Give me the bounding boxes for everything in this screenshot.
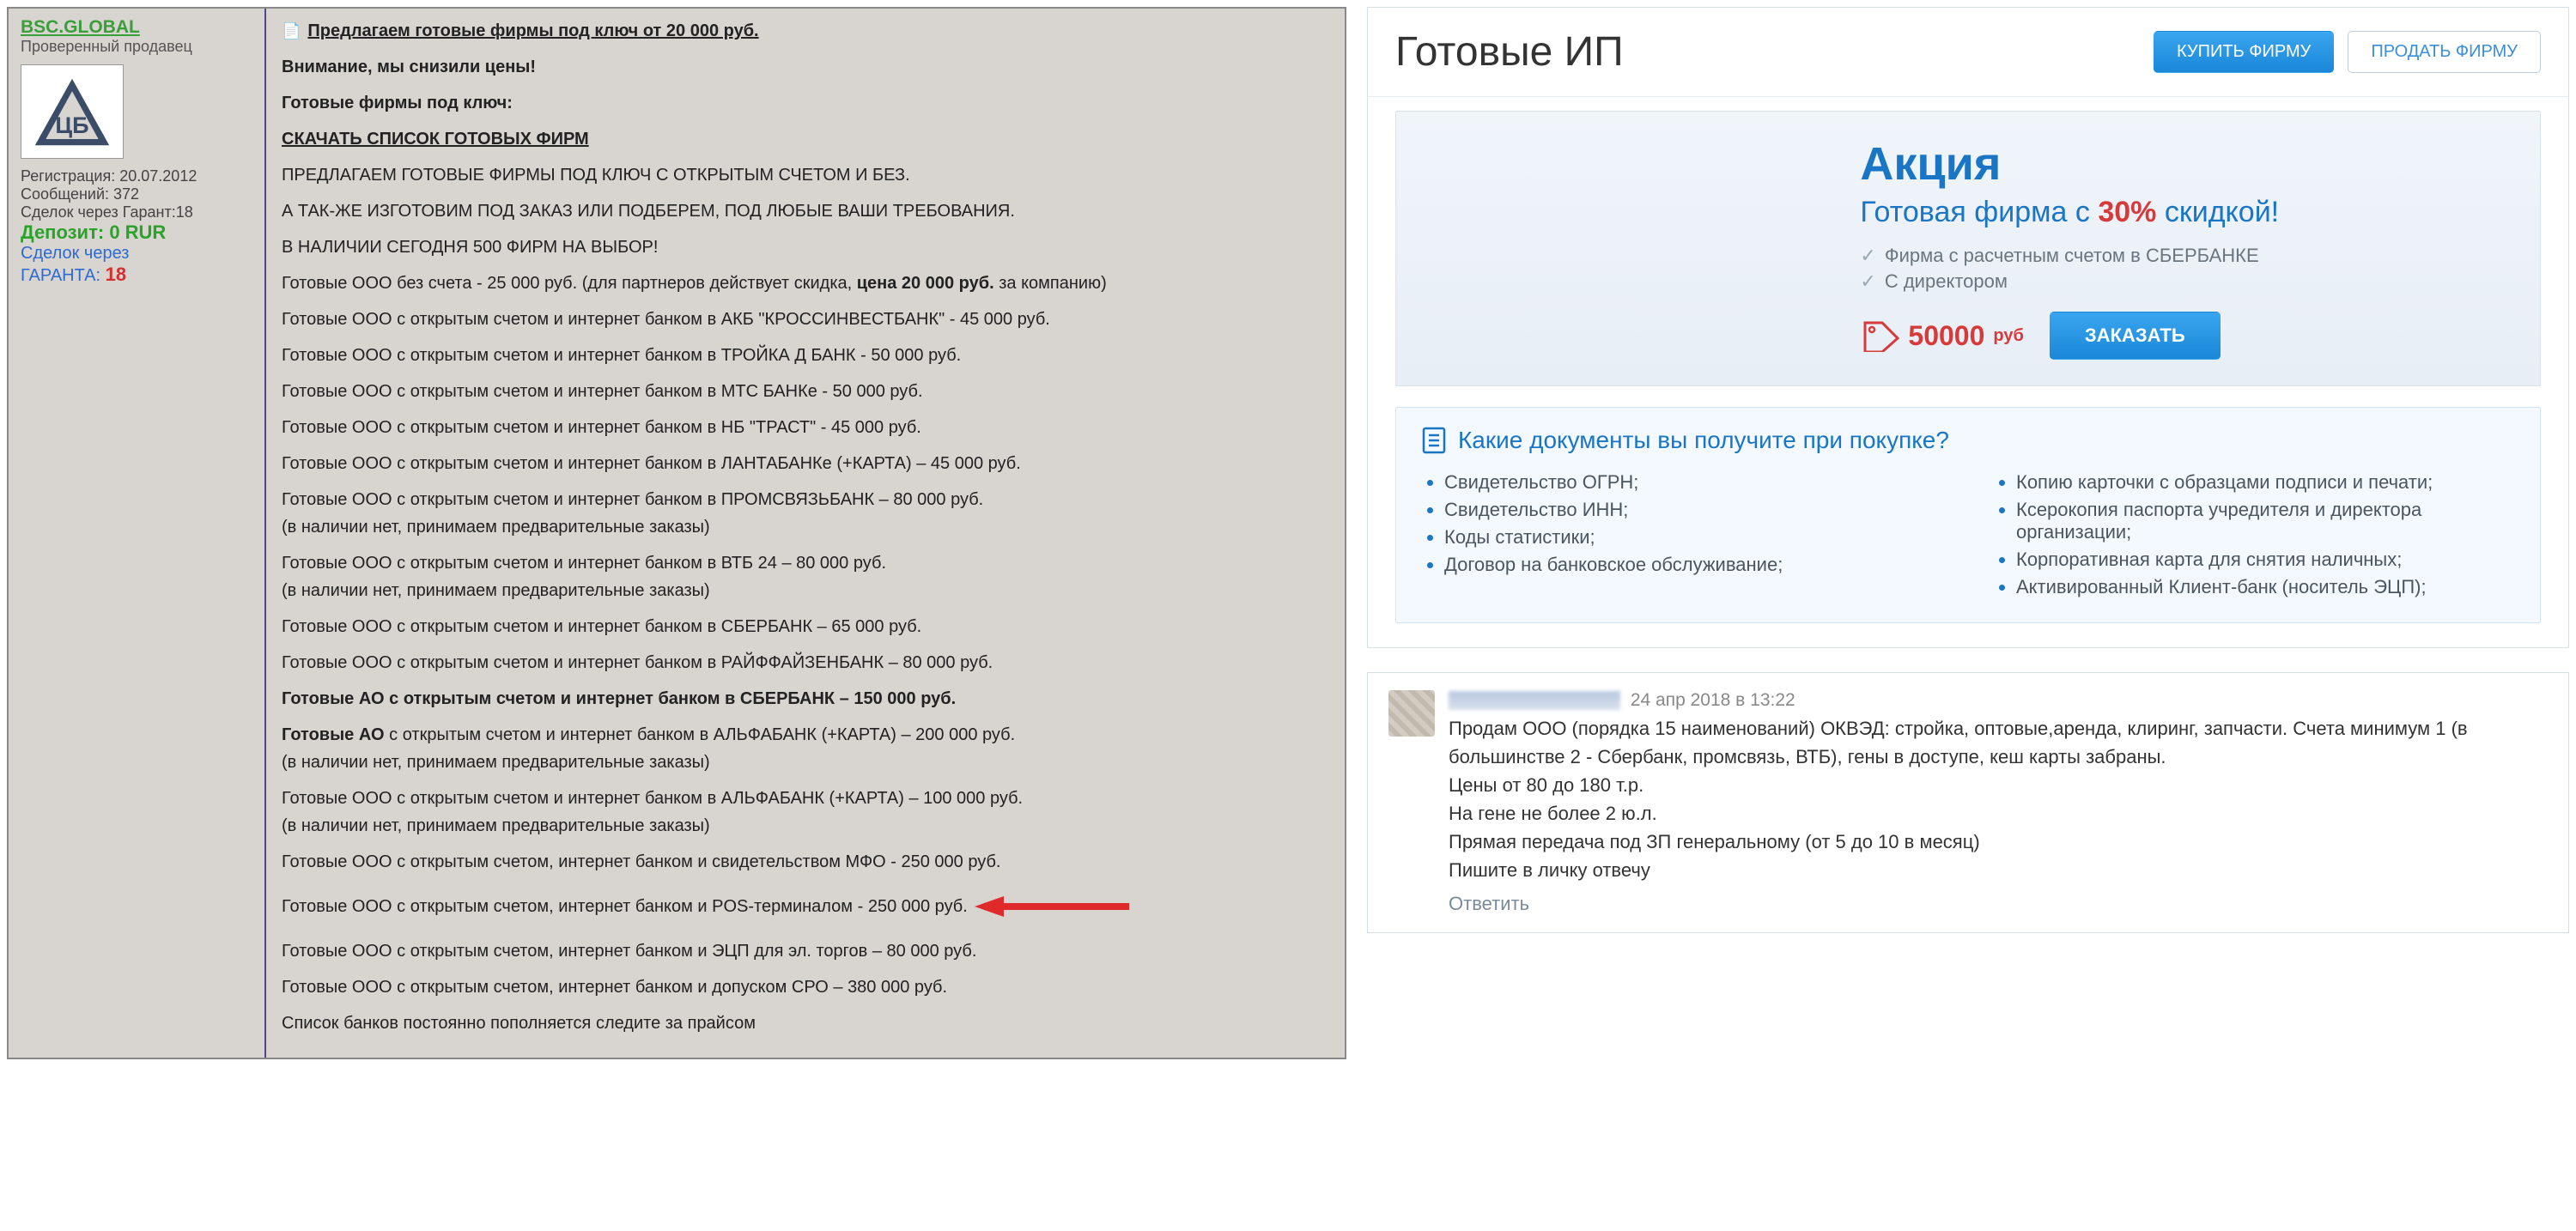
buy-company-button[interactable]: КУПИТЬ ФИРМУ bbox=[2154, 31, 2334, 73]
offer-head: ПРЕДЛАГАЕМ ГОТОВЫЕ ФИРМЫ ПОД КЛЮЧ С ОТКР… bbox=[282, 161, 1329, 189]
msg-line: Сообщений: 372 bbox=[21, 185, 252, 203]
forum-panel: BSC.GLOBAL Проверенный продавец ЦБ Регис… bbox=[7, 7, 1346, 1059]
promo-feature: С директором bbox=[1860, 270, 2507, 293]
price-item-psb: Готовые ООО с открытым счетом и интернет… bbox=[282, 486, 1329, 541]
seller-name-link[interactable]: BSC.GLOBAL bbox=[21, 17, 252, 38]
doc-item: Договор на банковское обслуживание; bbox=[1444, 554, 1942, 576]
documents-list-right: Копию карточки с образцами подписи и печ… bbox=[1994, 466, 2514, 603]
reg-line: Регистрация: 20.07.2012 bbox=[21, 167, 252, 185]
doc-item: Активированный Клиент-банк (носитель ЭЦП… bbox=[2016, 576, 2514, 598]
doc-item: Свидетельство ОГРН; bbox=[1444, 471, 1942, 494]
price-item-ao-sber: Готовые АО с открытым счетом и интернет … bbox=[282, 685, 1329, 713]
price-item: Готовые ООО с открытым счетом и интернет… bbox=[282, 613, 1329, 640]
promo-feature: Фирма с расчетным счетом в СБЕРБАНКЕ bbox=[1860, 245, 2507, 267]
promo-banner: Акция Готовая фирма с 30% скидкой! Фирма… bbox=[1395, 111, 2541, 386]
red-arrow-annotation bbox=[975, 896, 1129, 917]
price-item: Готовые ООО с открытым счетом, интернет … bbox=[282, 937, 1329, 965]
price-item: Готовые ООО с открытым счетом и интернет… bbox=[282, 649, 1329, 676]
price-item: Готовые ООО с открытым счетом и интернет… bbox=[282, 414, 1329, 441]
svg-text:ЦБ: ЦБ bbox=[55, 112, 88, 137]
doc-item: Ксерокопия паспорта учредителя и директо… bbox=[2016, 499, 2514, 543]
price-tag-icon bbox=[1860, 319, 1899, 352]
post-title: Предлагаем готовые фирмы под ключ от 20 … bbox=[307, 17, 758, 45]
download-list-link[interactable]: СКАЧАТЬ СПИСОК ГОТОВЫХ ФИРМ bbox=[282, 130, 589, 149]
site-panel: Готовые ИП КУПИТЬ ФИРМУ ПРОДАТЬ ФИРМУ Ак… bbox=[1367, 7, 2569, 648]
price-item-pos: Готовые ООО с открытым счетом, интернет … bbox=[282, 893, 968, 920]
promo-heading: Акция bbox=[1860, 137, 2507, 191]
documents-title: Какие документы вы получите при покупке? bbox=[1458, 427, 1949, 454]
deals-line: Сделок через Гарант:18 bbox=[21, 203, 252, 221]
document-icon: 📄 bbox=[282, 19, 301, 44]
footer-line: Список банков постоянно пополняется след… bbox=[282, 1010, 1329, 1037]
triangle-logo-icon: ЦБ bbox=[33, 76, 111, 149]
doc-item: Копию карточки с образцами подписи и печ… bbox=[2016, 471, 2514, 494]
author-name-blurred bbox=[1449, 691, 1620, 710]
stock-line: В НАЛИЧИИ СЕГОДНЯ 500 ФИРМ НА ВЫБОР! bbox=[282, 233, 1329, 261]
site-header: Готовые ИП КУПИТЬ ФИРМУ ПРОДАТЬ ФИРМУ bbox=[1368, 8, 2568, 97]
price-item: Готовые ООО с открытым счетом, интернет … bbox=[282, 973, 1329, 1001]
forum-sidebar: BSC.GLOBAL Проверенный продавец ЦБ Регис… bbox=[9, 9, 266, 1058]
reply-link[interactable]: Ответить bbox=[1449, 893, 2548, 915]
doc-item: Корпоративная карта для снятия наличных; bbox=[2016, 549, 2514, 571]
sell-company-button[interactable]: ПРОДАТЬ ФИРМУ bbox=[2348, 31, 2541, 73]
order-button[interactable]: ЗАКАЗАТЬ bbox=[2050, 312, 2221, 360]
page-title: Готовые ИП bbox=[1395, 28, 1624, 76]
price-item: Готовые ООО с открытым счетом и интернет… bbox=[282, 378, 1329, 405]
doc-item: Свидетельство ИНН; bbox=[1444, 499, 1942, 521]
social-post: 24 апр 2018 в 13:22 Продам ООО (порядка … bbox=[1367, 672, 2569, 933]
promo-subtitle: Готовая фирма с 30% скидкой! bbox=[1860, 196, 2507, 229]
price-item-vtb: Готовые ООО с открытым счетом и интернет… bbox=[282, 549, 1329, 604]
document-list-icon bbox=[1422, 427, 1446, 454]
price-item-ooo-alfa: Готовые ООО с открытым счетом и интернет… bbox=[282, 785, 1329, 840]
social-text: Продам ООО (порядка 15 наименований) ОКВ… bbox=[1449, 714, 2548, 884]
price-item: Готовые ООО с открытым счетом и интернет… bbox=[282, 450, 1329, 477]
price-item-ao-alfa: Готовые АО с открытым счетом и интернет … bbox=[282, 721, 1329, 776]
doc-item: Коды статистики; bbox=[1444, 526, 1942, 549]
garant-line: Сделок через ГАРАНТА: 18 bbox=[21, 244, 252, 286]
price-tag: 50000 руб bbox=[1860, 319, 2023, 352]
price-item: Готовые ООО с открытым счетом, интернет … bbox=[282, 848, 1329, 876]
documents-list-left: Свидетельство ОГРН; Свидетельство ИНН; К… bbox=[1422, 466, 1942, 603]
attention-line: Внимание, мы снизили цены! bbox=[282, 53, 1329, 81]
price-item: Готовые ООО с открытым счетом и интернет… bbox=[282, 342, 1329, 369]
no-account-line: Готовые ООО без счета - 25 000 руб. (для… bbox=[282, 270, 1329, 297]
avatar bbox=[1388, 690, 1435, 737]
forum-post: 📄 Предлагаем готовые фирмы под ключ от 2… bbox=[266, 9, 1345, 1058]
deposit-line: Депозит: 0 RUR bbox=[21, 221, 252, 244]
price-item: Готовые ООО с открытым счетом и интернет… bbox=[282, 306, 1329, 333]
seller-verified: Проверенный продавец bbox=[21, 38, 252, 56]
turnkey-line: Готовые фирмы под ключ: bbox=[282, 89, 1329, 117]
seller-logo: ЦБ bbox=[21, 64, 124, 159]
documents-box: Какие документы вы получите при покупке?… bbox=[1395, 407, 2541, 623]
offer-custom: А ТАК-ЖЕ ИЗГОТОВИМ ПОД ЗАКАЗ ИЛИ ПОДБЕРЕ… bbox=[282, 197, 1329, 225]
social-meta: 24 апр 2018 в 13:22 bbox=[1449, 690, 2548, 711]
